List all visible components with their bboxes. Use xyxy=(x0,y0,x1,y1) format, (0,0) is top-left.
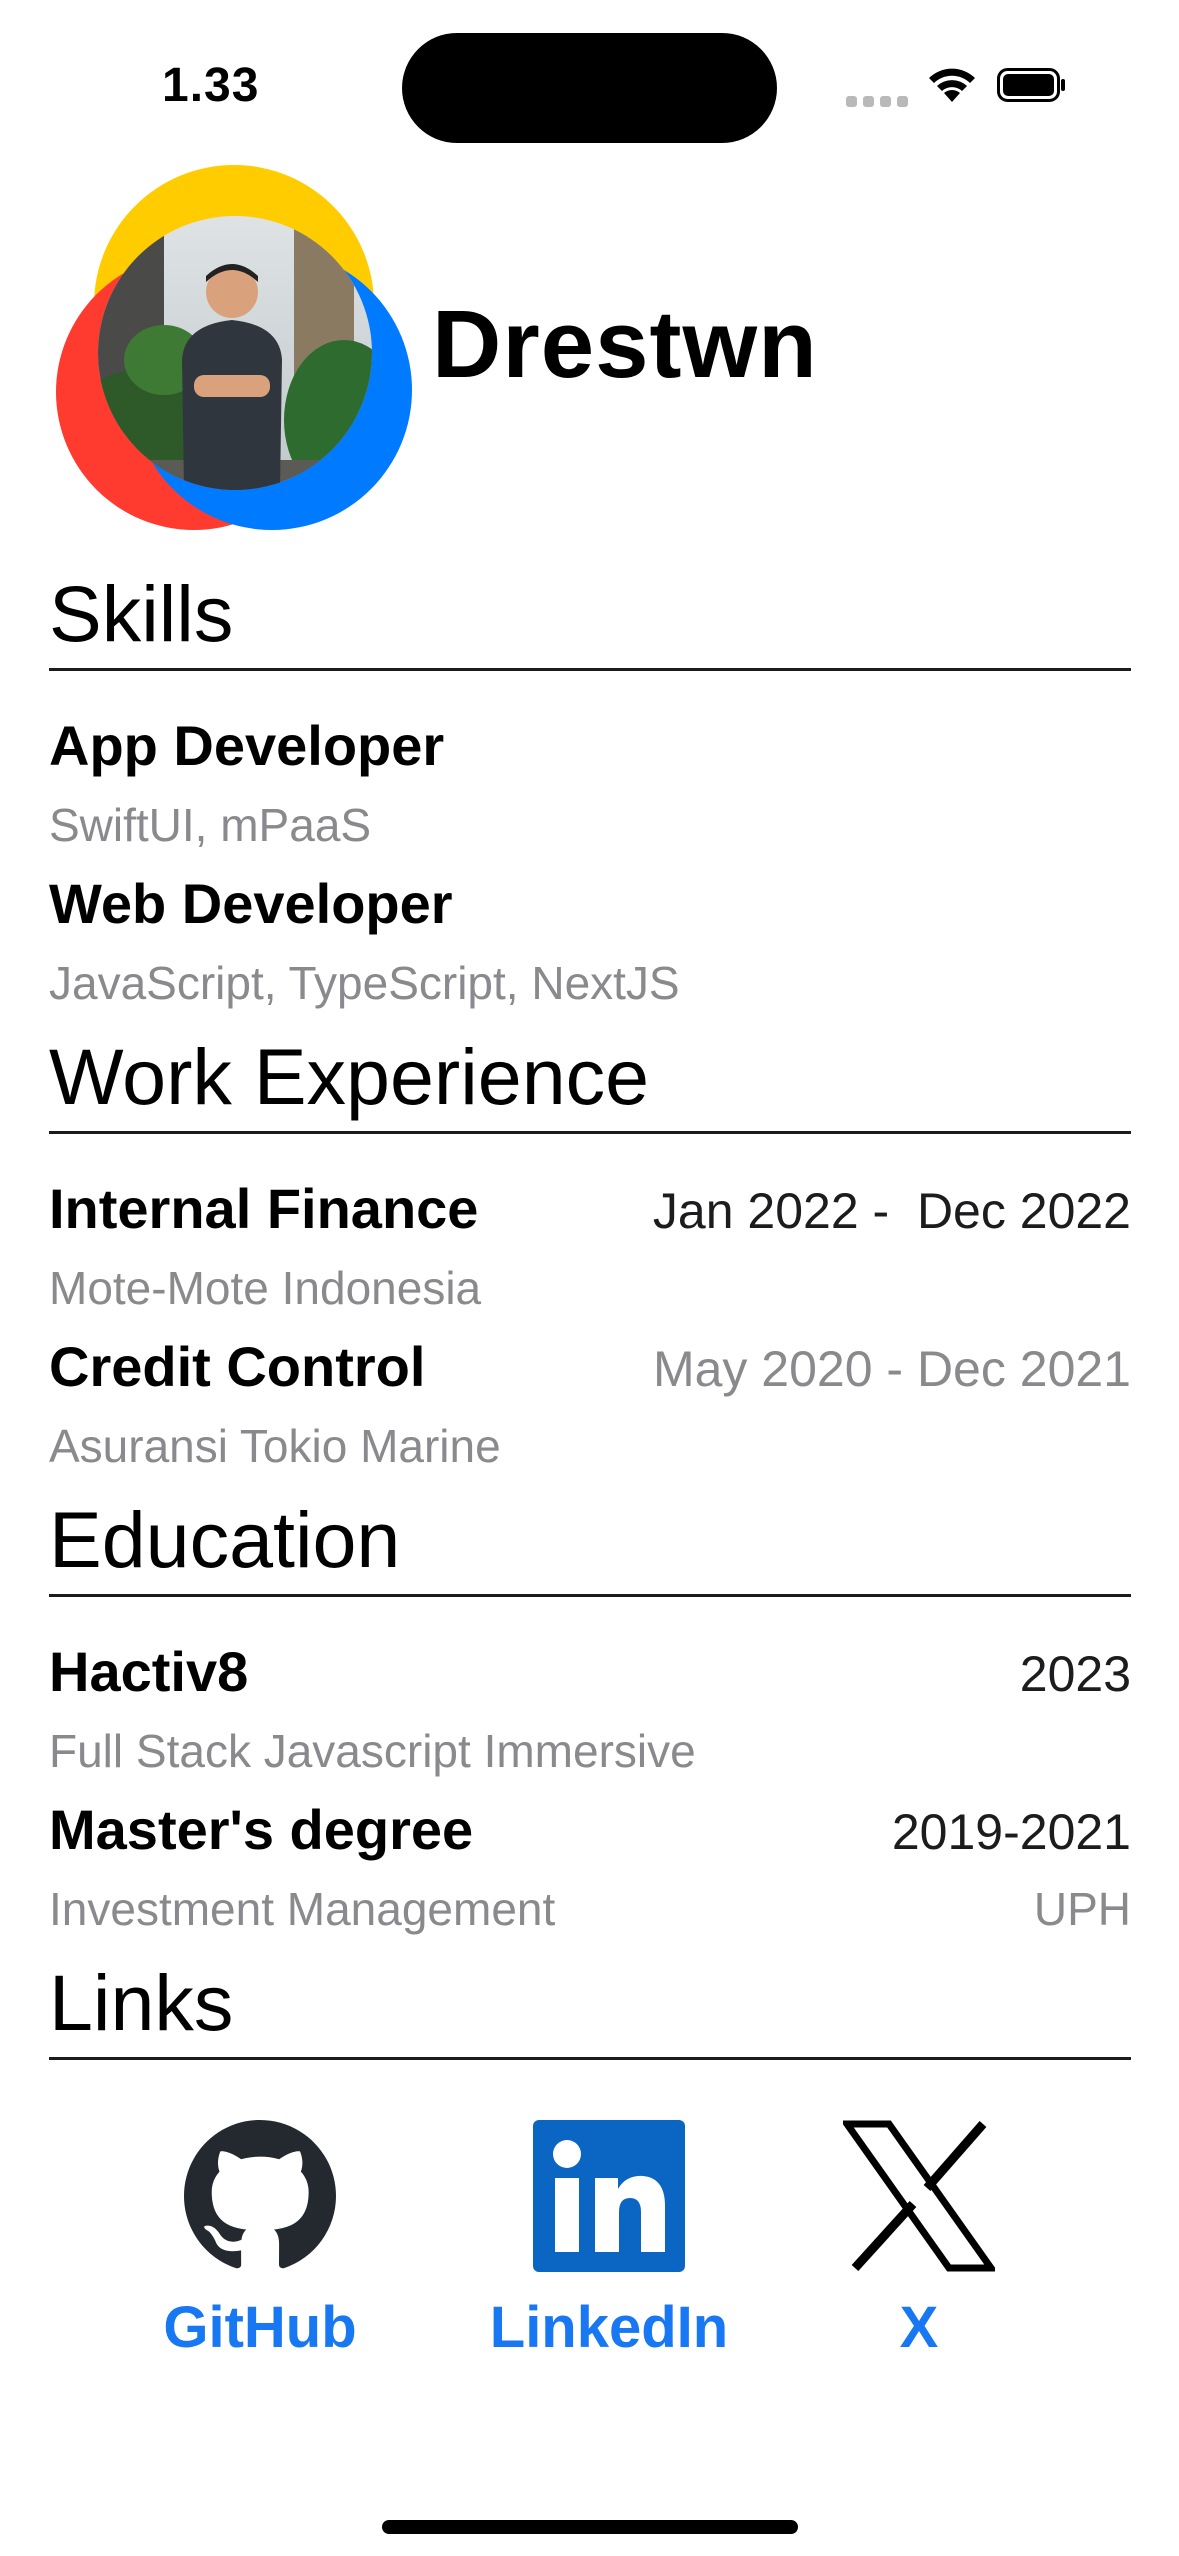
education-subtitle: Full Stack Javascript Immersive xyxy=(49,1725,696,1777)
education-year: 2023 xyxy=(1019,1646,1131,1702)
education-title: Master's degree xyxy=(49,1798,474,1861)
skills-divider xyxy=(49,668,1131,671)
github-link[interactable]: GitHub xyxy=(163,2120,357,2361)
job-company: Mote-Mote Indonesia xyxy=(49,1262,482,1314)
work-divider xyxy=(49,1131,1131,1134)
github-icon xyxy=(184,2120,336,2269)
links-divider xyxy=(49,2057,1131,2060)
x-icon xyxy=(843,2120,995,2272)
x-label: X xyxy=(899,2295,939,2360)
battery-icon xyxy=(997,68,1065,102)
wifi-icon xyxy=(929,68,975,102)
status-bar: 1.33 xyxy=(0,0,1179,170)
list-item: Hactiv8 2023 Full Stack Javascript Immer… xyxy=(49,1633,1131,1791)
skill-title: App Developer xyxy=(49,714,445,777)
linkedin-icon xyxy=(533,2120,685,2272)
job-period: May 2020 - Dec 2021 xyxy=(652,1341,1131,1397)
home-indicator[interactable] xyxy=(382,2520,798,2534)
job-title: Internal Finance xyxy=(49,1177,479,1240)
github-label: GitHub xyxy=(163,2295,357,2360)
social-links: GitHub LinkedIn X xyxy=(49,2120,1131,2420)
skill-subtitle: SwiftUI, mPaaS xyxy=(49,799,372,851)
profile-name: Drestwn xyxy=(432,291,818,398)
cellular-signal-icon xyxy=(846,96,908,107)
linkedin-label: LinkedIn xyxy=(489,2295,729,2360)
dynamic-island xyxy=(402,33,777,143)
skill-subtitle: JavaScript, TypeScript, NextJS xyxy=(49,957,680,1009)
job-company: Asuransi Tokio Marine xyxy=(49,1420,501,1472)
work-section-title: Work Experience xyxy=(49,1032,650,1121)
resume-content: Skills App Developer SwiftUI, mPaaS Web … xyxy=(49,560,1131,2096)
job-period: Jan 2022 - Dec 2022 xyxy=(652,1183,1131,1239)
status-time: 1.33 xyxy=(162,59,260,112)
list-item: Credit Control May 2020 - Dec 2021 Asura… xyxy=(49,1328,1131,1486)
education-institution: UPH xyxy=(1033,1883,1131,1935)
education-divider xyxy=(49,1594,1131,1597)
list-item: Web Developer JavaScript, TypeScript, Ne… xyxy=(49,865,1131,1023)
x-link[interactable]: X xyxy=(843,2120,995,2361)
links-section-title: Links xyxy=(49,1958,234,2047)
list-item: App Developer SwiftUI, mPaaS xyxy=(49,707,1131,865)
education-subtitle: Investment Management xyxy=(49,1883,556,1935)
skill-title: Web Developer xyxy=(49,872,453,935)
list-item: Master's degree 2019-2021 Investment Man… xyxy=(49,1791,1131,1949)
job-title: Credit Control xyxy=(49,1335,426,1398)
education-year: 2019-2021 xyxy=(891,1804,1131,1860)
avatar xyxy=(44,160,414,530)
linkedin-link[interactable]: LinkedIn xyxy=(489,2120,729,2361)
education-title: Hactiv8 xyxy=(49,1640,249,1703)
list-item: Internal Finance Jan 2022 - Dec 2022 Mot… xyxy=(49,1170,1131,1328)
education-section-title: Education xyxy=(49,1495,401,1584)
skills-section-title: Skills xyxy=(49,569,234,658)
